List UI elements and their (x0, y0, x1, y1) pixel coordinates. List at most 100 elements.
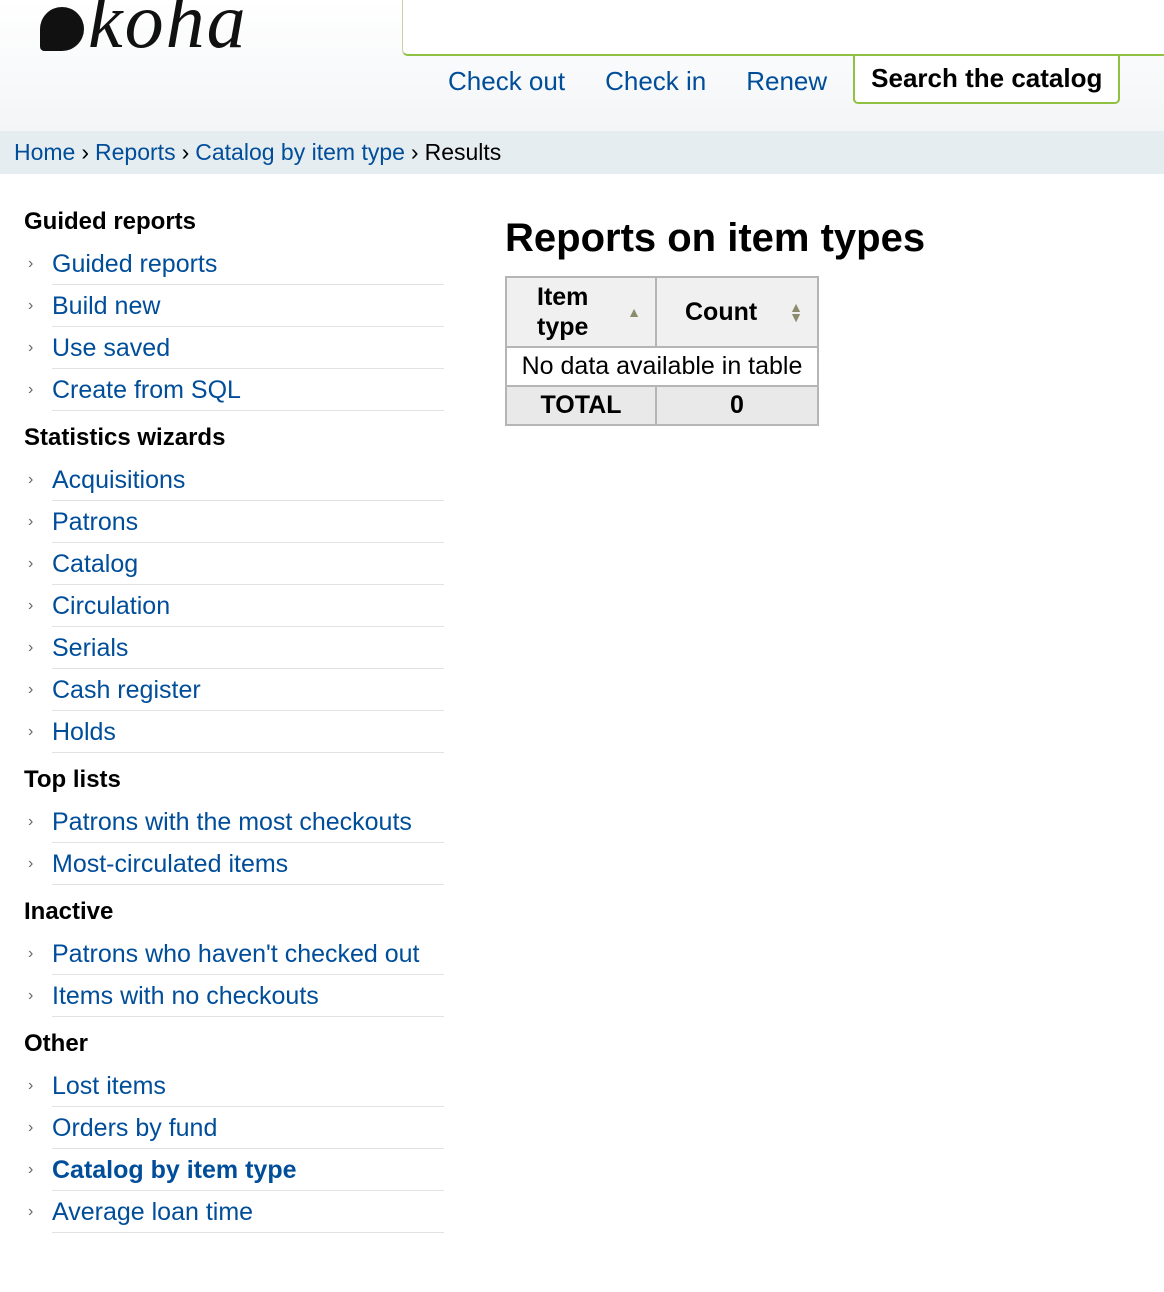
breadcrumb-current: Results (424, 139, 502, 165)
sidebar-list-statistics-wizards: › Acquisitions › Patrons › Catalog › Circula… (24, 459, 444, 753)
sidebar-item-catalog-by-item-type[interactable]: › Catalog by item type (24, 1149, 444, 1191)
chevron-right-icon: › (28, 987, 34, 1004)
sidebar-item-patrons[interactable]: › Patrons (24, 501, 444, 543)
tab-check-out[interactable]: Check out (428, 56, 585, 106)
total-value: 0 (655, 385, 819, 426)
koha-logo-icon (40, 7, 84, 51)
chevron-right-icon: › (28, 339, 34, 356)
sidebar-item-label[interactable]: Average loan time (52, 1192, 444, 1233)
sidebar-item-label[interactable]: Most-circulated items (52, 844, 444, 885)
sidebar-item-circulation[interactable]: › Circulation (24, 585, 444, 627)
sidebar-item-guided-reports[interactable]: › Guided reports (24, 243, 444, 285)
sort-both-icon: ▲ ▼ (789, 299, 803, 325)
table-header-row: Item type ▲ Count ▲ ▼ (505, 276, 819, 348)
logo-text: koha (88, 0, 248, 64)
sidebar-item-most-circulated-items[interactable]: › Most-circulated items (24, 843, 444, 885)
sidebar-item-label[interactable]: Patrons who haven't checked out (52, 934, 444, 975)
sidebar-item-label[interactable]: Serials (52, 628, 444, 669)
sidebar-item-catalog[interactable]: › Catalog (24, 543, 444, 585)
koha-logo[interactable]: koha (40, 0, 248, 60)
sidebar-item-orders-by-fund[interactable]: › Orders by fund (24, 1107, 444, 1149)
sidebar-item-label[interactable]: Holds (52, 712, 444, 753)
column-header-item-type[interactable]: Item type ▲ (505, 276, 657, 348)
breadcrumb: Home › Reports › Catalog by item type › Result… (0, 131, 1164, 174)
sidebar-item-label[interactable]: Circulation (52, 586, 444, 627)
column-header-label: Count (685, 297, 758, 326)
column-header-label: Item type (537, 283, 589, 341)
chevron-right-icon: › (28, 597, 34, 614)
chevron-right-icon: › (28, 855, 34, 872)
chevron-right-icon: › (28, 255, 34, 272)
tab-renew[interactable]: Renew (726, 56, 847, 106)
sidebar-item-create-from-sql[interactable]: › Create from SQL (24, 369, 444, 411)
chevron-right-icon: › (28, 471, 34, 488)
sidebar-item-label[interactable]: Build new (52, 286, 444, 327)
breadcrumb-separator: › (181, 139, 190, 165)
tab-search-catalog[interactable]: Search the catalog (853, 56, 1121, 104)
chevron-right-icon: › (28, 381, 34, 398)
chevron-right-icon: › (28, 1203, 34, 1220)
sidebar-section-title: Statistics wizards (24, 424, 226, 451)
sidebar-item-serials[interactable]: › Serials (24, 627, 444, 669)
sidebar-item-average-loan-time[interactable]: › Average loan time (24, 1191, 444, 1233)
total-label: TOTAL (505, 385, 657, 426)
tab-check-in[interactable]: Check in (585, 56, 726, 106)
sidebar-item-lost-items[interactable]: › Lost items (24, 1065, 444, 1107)
sidebar-section-title: Inactive (24, 898, 114, 925)
sidebar-item-label[interactable]: Create from SQL (52, 370, 444, 411)
sidebar-list-other: › Lost items › Orders by fund › Catalog by … (24, 1065, 444, 1233)
sidebar-item-label[interactable]: Patrons (52, 502, 444, 543)
sort-ascending-icon: ▲ (627, 304, 641, 320)
breadcrumb-separator: › (410, 139, 419, 165)
sidebar-item-acquisitions[interactable]: › Acquisitions (24, 459, 444, 501)
sidebar-item-label[interactable]: Lost items (52, 1066, 444, 1107)
sidebar-list-inactive: › Patrons who haven't checked out › Items … (24, 933, 444, 1017)
page-title: Reports on item types (505, 216, 926, 260)
sidebar-item-label[interactable]: Acquisitions (52, 460, 444, 501)
chevron-right-icon: › (28, 723, 34, 740)
chevron-right-icon: › (28, 513, 34, 530)
header: koha Check out Check in Renew Search the… (0, 0, 1164, 131)
sidebar-item-cash-register[interactable]: › Cash register (24, 669, 444, 711)
chevron-right-icon: › (28, 1161, 34, 1178)
chevron-right-icon: › (28, 813, 34, 830)
chevron-right-icon: › (28, 639, 34, 656)
chevron-right-icon: › (28, 1119, 34, 1136)
sidebar-item-label[interactable]: Catalog (52, 544, 444, 585)
main-content: Reports on item types Item type ▲ Count … (505, 212, 925, 426)
sidebar-list-top-lists: › Patrons with the most checkouts › Most-c… (24, 801, 444, 885)
column-header-count[interactable]: Count ▲ ▼ (655, 276, 819, 348)
chevron-right-icon: › (28, 681, 34, 698)
sidebar-item-label[interactable]: Orders by fund (52, 1108, 444, 1149)
breadcrumb-separator: › (81, 139, 90, 165)
sidebar-section-title: Other (24, 1030, 89, 1057)
sidebar-item-label[interactable]: Items with no checkouts (52, 976, 444, 1017)
sidebar-item-patrons-most-checkouts[interactable]: › Patrons with the most checkouts (24, 801, 444, 843)
chevron-right-icon: › (28, 297, 34, 314)
sidebar-item-items-no-checkouts[interactable]: › Items with no checkouts (24, 975, 444, 1017)
breadcrumb-reports[interactable]: Reports (95, 139, 176, 165)
chevron-right-icon: › (28, 555, 34, 572)
chevron-right-icon: › (28, 945, 34, 962)
sidebar-item-build-new[interactable]: › Build new (24, 285, 444, 327)
report-table: Item type ▲ Count ▲ ▼ No data available i… (505, 276, 819, 426)
sidebar-list-guided-reports: › Guided reports › Build new › Use saved › C… (24, 243, 444, 411)
sidebar-item-holds[interactable]: › Holds (24, 711, 444, 753)
breadcrumb-catalog-by-item-type[interactable]: Catalog by item type (195, 139, 405, 165)
sidebar-section-title: Top lists (24, 766, 121, 793)
table-row: No data available in table (505, 346, 819, 387)
sidebar-item-use-saved[interactable]: › Use saved (24, 327, 444, 369)
sidebar: Guided reports › Guided reports › Build ne… (24, 205, 444, 1243)
sidebar-section-title: Guided reports (24, 208, 197, 235)
sidebar-item-label[interactable]: Guided reports (52, 244, 444, 285)
sidebar-item-label[interactable]: Catalog by item type (52, 1150, 444, 1191)
search-panel (402, 0, 1164, 56)
sidebar-item-label[interactable]: Patrons with the most checkouts (52, 802, 444, 843)
breadcrumb-home[interactable]: Home (14, 139, 75, 165)
sidebar-item-label[interactable]: Use saved (52, 328, 444, 369)
sidebar-item-patrons-not-checked-out[interactable]: › Patrons who haven't checked out (24, 933, 444, 975)
header-tabs: Check out Check in Renew Search the cata… (428, 56, 1121, 106)
sidebar-item-label[interactable]: Cash register (52, 670, 444, 711)
chevron-right-icon: › (28, 1077, 34, 1094)
table-total-row: TOTAL 0 (505, 385, 819, 426)
